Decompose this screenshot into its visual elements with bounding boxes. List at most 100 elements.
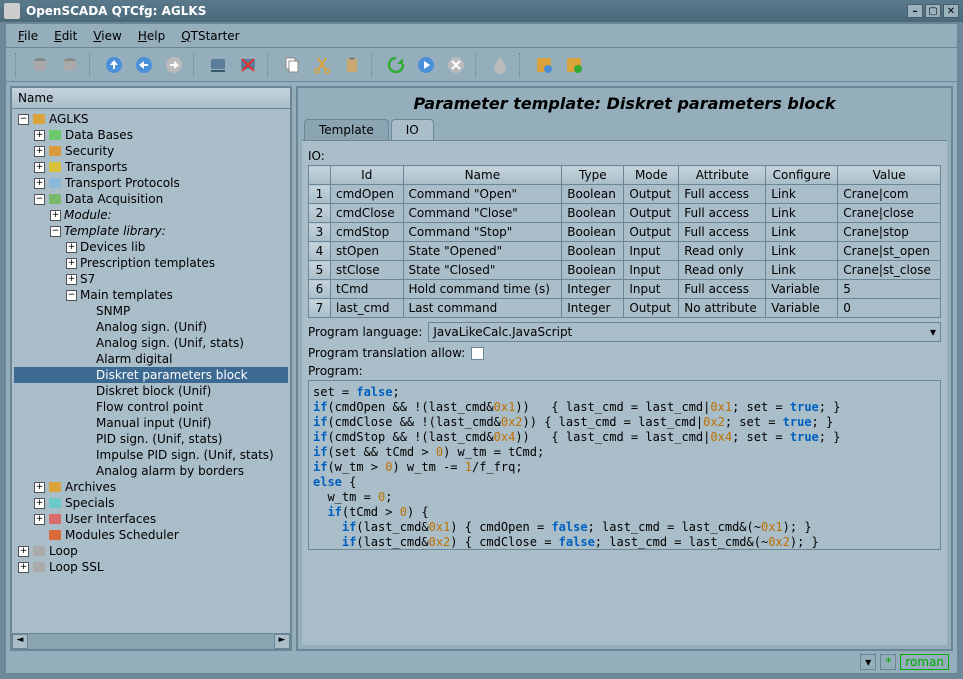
table-cell[interactable]: Boolean [562, 185, 624, 204]
tree-toggle-icon[interactable]: − [18, 114, 29, 125]
table-row[interactable]: 1cmdOpenCommand "Open"BooleanOutputFull … [309, 185, 941, 204]
table-cell[interactable]: Output [624, 204, 679, 223]
table-cell[interactable]: stOpen [331, 242, 404, 261]
table-cell[interactable]: cmdStop [331, 223, 404, 242]
table-cell[interactable]: Integer [562, 280, 624, 299]
tree-toggle-icon[interactable]: + [34, 514, 45, 525]
table-cell[interactable]: Link [766, 242, 838, 261]
io-col-header[interactable]: Value [838, 166, 941, 185]
close-button[interactable]: ✕ [943, 4, 959, 18]
table-cell[interactable]: State "Closed" [403, 261, 562, 280]
status-dropdown[interactable]: ▾ [860, 654, 876, 670]
table-cell[interactable]: Read only [679, 261, 766, 280]
table-row[interactable]: 3cmdStopCommand "Stop"BooleanOutputFull … [309, 223, 941, 242]
io-col-header[interactable]: Id [331, 166, 404, 185]
table-row[interactable]: 7last_cmdLast commandIntegerOutputNo att… [309, 299, 941, 318]
tree-item[interactable]: Analog sign. (Unif, stats) [14, 335, 288, 351]
tree-item[interactable]: +Loop SSL [14, 559, 288, 575]
tree-item[interactable]: +Module: [14, 207, 288, 223]
tree-item[interactable]: Diskret block (Unif) [14, 383, 288, 399]
tree-item[interactable]: Analog sign. (Unif) [14, 319, 288, 335]
table-cell[interactable]: Output [624, 185, 679, 204]
tree-item[interactable]: PID sign. (Unif, stats) [14, 431, 288, 447]
tree-item[interactable]: +Security [14, 143, 288, 159]
table-cell[interactable]: Full access [679, 223, 766, 242]
table-cell[interactable]: Boolean [562, 223, 624, 242]
tree[interactable]: −AGLKS+Data Bases+Security+Transports+Tr… [12, 109, 290, 633]
tree-item[interactable]: SNMP [14, 303, 288, 319]
table-cell[interactable]: cmdClose [331, 204, 404, 223]
tree-item[interactable]: +Transport Protocols [14, 175, 288, 191]
tree-toggle-icon[interactable]: + [34, 130, 45, 141]
copy-icon[interactable] [278, 51, 306, 79]
table-cell[interactable]: State "Opened" [403, 242, 562, 261]
tree-toggle-icon[interactable]: − [50, 226, 61, 237]
table-row[interactable]: 2cmdCloseCommand "Close"BooleanOutputFul… [309, 204, 941, 223]
add-item-icon[interactable] [204, 51, 232, 79]
tree-item[interactable]: +User Interfaces [14, 511, 288, 527]
tree-item[interactable]: Modules Scheduler [14, 527, 288, 543]
table-cell[interactable]: Integer [562, 299, 624, 318]
table-cell[interactable]: Variable [766, 280, 838, 299]
table-cell[interactable]: Full access [679, 204, 766, 223]
stop-icon[interactable] [442, 51, 470, 79]
table-cell[interactable]: Crane|close [838, 204, 941, 223]
table-cell[interactable]: cmdOpen [331, 185, 404, 204]
tree-toggle-icon[interactable]: + [66, 242, 77, 253]
table-cell[interactable]: Read only [679, 242, 766, 261]
tab-io[interactable]: IO [391, 119, 434, 140]
table-cell[interactable]: Boolean [562, 204, 624, 223]
tree-item[interactable]: +Prescription templates [14, 255, 288, 271]
table-cell[interactable]: Crane|com [838, 185, 941, 204]
table-cell[interactable]: Boolean [562, 261, 624, 280]
scroll-right-icon[interactable]: ► [274, 634, 290, 649]
table-cell[interactable]: Command "Stop" [403, 223, 562, 242]
menu-file[interactable]: File [10, 27, 46, 45]
table-cell[interactable]: tCmd [331, 280, 404, 299]
prog-trans-checkbox[interactable] [471, 347, 484, 360]
delete-item-icon[interactable] [234, 51, 262, 79]
run-icon[interactable] [412, 51, 440, 79]
tool1-icon[interactable] [530, 51, 558, 79]
cut-icon[interactable] [308, 51, 336, 79]
table-cell[interactable]: Input [624, 261, 679, 280]
table-cell[interactable]: Hold command time (s) [403, 280, 562, 299]
scroll-left-icon[interactable]: ◄ [12, 634, 28, 649]
table-cell[interactable]: Crane|st_close [838, 261, 941, 280]
tree-item[interactable]: Manual input (Unif) [14, 415, 288, 431]
db-load-icon[interactable] [26, 51, 54, 79]
tree-toggle-icon[interactable]: + [34, 482, 45, 493]
io-col-header[interactable]: Configure [766, 166, 838, 185]
table-cell[interactable]: Full access [679, 185, 766, 204]
table-cell[interactable]: Link [766, 185, 838, 204]
tree-toggle-icon[interactable]: + [34, 162, 45, 173]
paste-icon[interactable] [338, 51, 366, 79]
maximize-button[interactable]: ▢ [925, 4, 941, 18]
io-col-header[interactable]: Mode [624, 166, 679, 185]
status-user[interactable]: roman [900, 654, 949, 670]
table-cell[interactable]: Output [624, 299, 679, 318]
tree-toggle-icon[interactable]: + [50, 210, 61, 221]
tree-item[interactable]: −Template library: [14, 223, 288, 239]
scroll-track[interactable] [28, 634, 274, 649]
menu-view[interactable]: View [85, 27, 129, 45]
tree-item[interactable]: −Data Acquisition [14, 191, 288, 207]
io-col-header[interactable]: Name [403, 166, 562, 185]
tree-item[interactable]: +Specials [14, 495, 288, 511]
menu-help[interactable]: Help [130, 27, 173, 45]
tree-toggle-icon[interactable]: + [66, 274, 77, 285]
table-cell[interactable]: 0 [838, 299, 941, 318]
menu-qtstarter[interactable]: QTStarter [173, 27, 247, 45]
tree-item[interactable]: +Loop [14, 543, 288, 559]
table-cell[interactable]: Link [766, 261, 838, 280]
table-cell[interactable]: Output [624, 223, 679, 242]
tree-toggle-icon[interactable]: + [34, 178, 45, 189]
tree-item[interactable]: +Archives [14, 479, 288, 495]
table-cell[interactable]: Link [766, 223, 838, 242]
io-col-header[interactable]: Attribute [679, 166, 766, 185]
tree-toggle-icon[interactable]: + [18, 562, 29, 573]
prog-lang-select[interactable]: JavaLikeCalc.JavaScript▾ [428, 322, 941, 342]
table-cell[interactable]: Link [766, 204, 838, 223]
tree-item[interactable]: Diskret parameters block [14, 367, 288, 383]
tree-toggle-icon[interactable]: + [18, 546, 29, 557]
